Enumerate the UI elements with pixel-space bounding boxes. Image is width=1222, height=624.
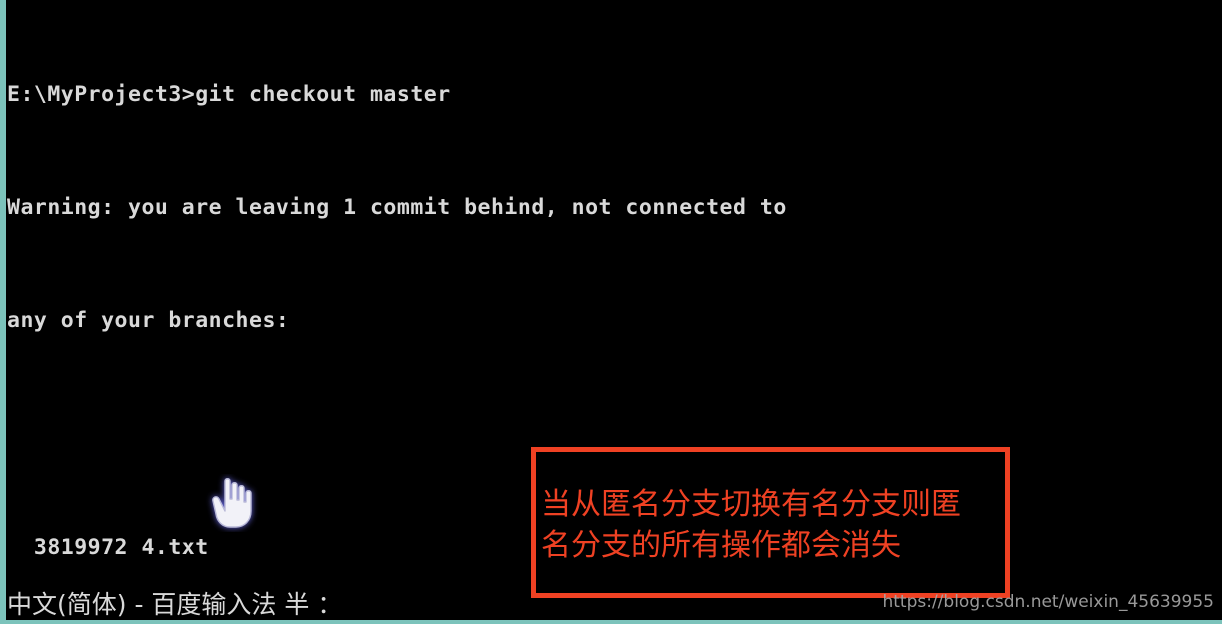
ime-status-bar[interactable]: 中文(简体) - 百度输入法 半 ： [7, 588, 342, 622]
watermark-url: https://blog.csdn.net/weixin_45639955 [882, 592, 1214, 612]
console-line: E:\MyProject3>git checkout master [7, 81, 451, 107]
annotation-text-line: 名分支的所有操作都会消失 [541, 528, 901, 563]
console-line: Warning: you are leaving 1 commit behind… [7, 194, 787, 220]
annotation-text-line: 当从匿名分支切换有名分支则匿 [541, 487, 961, 522]
console-line: any of your branches: [7, 308, 290, 334]
annotation-text: 当从匿名分支切换有名分支则匿 名分支的所有操作都会消失 [541, 484, 1005, 566]
terminal-screenshot: E:\MyProject3>git checkout master Warnin… [0, 0, 1222, 624]
window-edge-left [0, 0, 6, 624]
